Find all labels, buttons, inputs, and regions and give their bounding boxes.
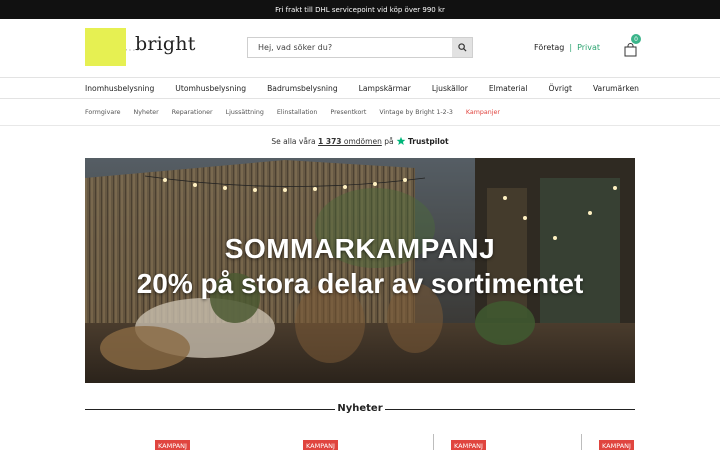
secondary-nav: Formgivare Nyheter Reparationer Ljussättnin… <box>0 99 720 126</box>
shopping-bag-icon <box>624 43 637 57</box>
nav-item-ljuskallor[interactable]: Ljuskällor <box>432 84 468 93</box>
customer-type-switch: Företag | Privat <box>534 43 600 52</box>
review-count: 1 373 <box>318 136 342 146</box>
campaign-hero-banner[interactable]: SOMMARKAMPANJ 20% på stora delar av sort… <box>85 158 635 383</box>
nav-item-utomhusbelysning[interactable]: Utomhusbelysning <box>175 84 246 93</box>
hero-headline: SOMMARKAMPANJ <box>224 233 496 264</box>
trustpilot-bar[interactable]: Se alla våra 1 373 omdömen på Trustpilot <box>0 136 720 146</box>
nav-item-ovrigt[interactable]: Övrigt <box>548 84 572 93</box>
campaign-badge: KAMPANJ <box>599 440 634 450</box>
product-divider <box>433 434 434 450</box>
segment-business-link[interactable]: Företag <box>534 43 564 52</box>
nav-item-elmaterial[interactable]: Elmaterial <box>489 84 528 93</box>
cart-count-badge: 0 <box>631 34 641 44</box>
logo-tagline: ᵗᵒᵘ⁻ᵒ <box>126 48 145 53</box>
campaign-badge: KAMPANJ <box>303 440 338 450</box>
reviews-label: omdömen <box>341 136 382 146</box>
site-header: bright ᵗᵒᵘ⁻ᵒ Företag | Privat 0 <box>0 19 720 77</box>
subnav-item-nyheter[interactable]: Nyheter <box>134 109 159 116</box>
subnav-item-ljussattning[interactable]: Ljussättning <box>226 109 264 116</box>
subnav-item-vintage-by-bright-1-2-3[interactable]: Vintage by Bright 1-2-3 <box>379 109 453 116</box>
trustpilot-brand: Trustpilot <box>407 136 449 146</box>
section-rule-right <box>385 409 635 410</box>
segment-separator: | <box>569 43 573 52</box>
trustpilot-star-icon <box>396 136 406 145</box>
logo-link[interactable]: bright ᵗᵒᵘ⁻ᵒ <box>85 28 196 66</box>
subnav-item-reparationer[interactable]: Reparationer <box>172 109 213 116</box>
logo-square <box>85 28 126 66</box>
subnav-item-formgivare[interactable]: Formgivare <box>85 109 121 116</box>
cart-button[interactable]: 0 <box>624 34 641 57</box>
product-divider <box>581 434 582 450</box>
shipping-announcement-bar: Fri frakt till DHL servicepoint vid köp … <box>0 0 720 19</box>
segment-private-link[interactable]: Privat <box>577 43 600 52</box>
subnav-item-kampanjer[interactable]: Kampanjer <box>466 109 500 116</box>
hero-subheadline: 20% på stora delar av sortimentet <box>136 268 584 299</box>
search-icon <box>457 43 467 52</box>
main-category-nav: Inomhusbelysning Utomhusbelysning Badrumsb… <box>0 77 720 99</box>
campaign-badge: KAMPANJ <box>451 440 486 450</box>
campaign-badge: KAMPANJ <box>155 440 190 450</box>
search-input[interactable] <box>248 38 453 57</box>
nav-item-lampskarmar[interactable]: Lampskärmar <box>359 84 411 93</box>
search-button[interactable] <box>452 38 472 57</box>
nav-item-inomhusbelysning[interactable]: Inomhusbelysning <box>85 84 154 93</box>
nav-item-badrumsbelysning[interactable]: Badrumsbelysning <box>267 84 338 93</box>
search-bar <box>247 37 473 58</box>
nav-item-varumarken[interactable]: Varumärken <box>593 84 639 93</box>
trust-suffix: på <box>381 136 396 146</box>
section-header-nyheter: Nyheter <box>85 402 635 418</box>
subnav-item-elinstallation[interactable]: Elinstallation <box>277 109 318 116</box>
trust-prefix: Se alla våra <box>271 136 319 146</box>
subnav-item-presentkort[interactable]: Presentkort <box>330 109 366 116</box>
shipping-announcement-text: Fri frakt till DHL servicepoint vid köp … <box>275 5 445 14</box>
